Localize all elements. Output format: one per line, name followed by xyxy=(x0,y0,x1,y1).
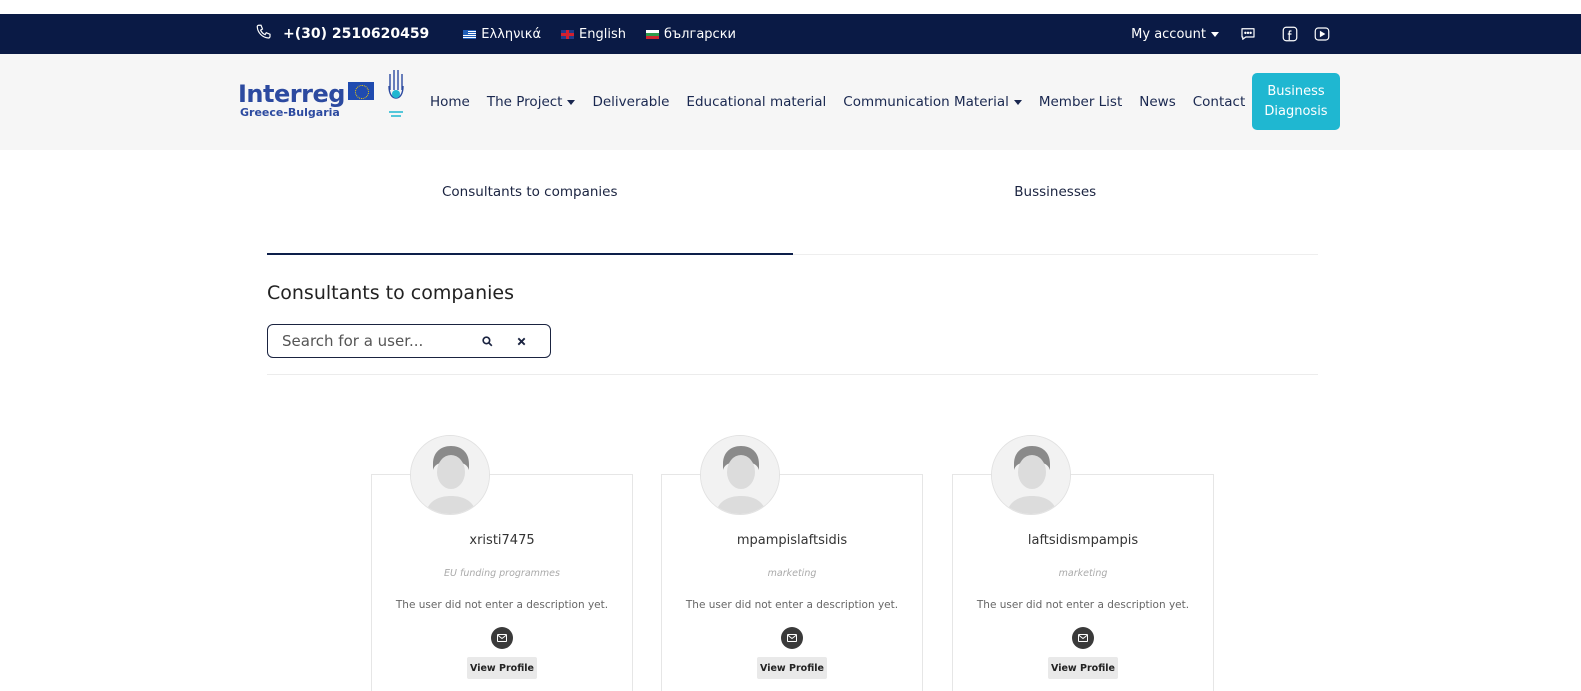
nav-deliverable[interactable]: Deliverable xyxy=(592,94,669,110)
youtube-icon[interactable] xyxy=(1313,25,1331,43)
hand-logo-icon xyxy=(386,66,406,122)
business-diagnosis-button[interactable]: Business Diagnosis xyxy=(1252,73,1340,130)
nav-news[interactable]: News xyxy=(1139,94,1175,110)
search-input[interactable] xyxy=(282,332,472,350)
phone-contact[interactable]: +(30) 2510620459 xyxy=(255,23,429,45)
my-account-dropdown[interactable]: My account xyxy=(1131,27,1219,42)
member-description: The user did not enter a description yet… xyxy=(976,599,1190,611)
caret-down-icon xyxy=(567,99,576,105)
phone-icon xyxy=(255,23,273,45)
phone-number: +(30) 2510620459 xyxy=(283,26,430,42)
site-logo[interactable]: Interreg Greece-Bulgaria xyxy=(238,66,408,122)
avatar[interactable] xyxy=(700,435,780,515)
clear-search-icon[interactable] xyxy=(514,334,528,348)
main-nav: Home The Project Deliverable Educational… xyxy=(430,54,1245,150)
user-search xyxy=(267,324,551,358)
section-title: Consultants to companies xyxy=(267,282,514,304)
caret-down-icon xyxy=(1211,31,1219,37)
language-bulgarian[interactable]: български xyxy=(645,27,736,42)
mail-icon[interactable] xyxy=(1072,627,1094,649)
nav-member-list[interactable]: Member List xyxy=(1039,94,1122,110)
member-card: xristi7475 EU funding programmes The use… xyxy=(371,435,633,691)
view-profile-button[interactable]: View Profile xyxy=(757,657,827,679)
caret-down-icon xyxy=(1013,99,1022,105)
avatar[interactable] xyxy=(991,435,1071,515)
main-header: Interreg Greece-Bulgaria Home The Projec… xyxy=(0,54,1581,150)
tab-consultants[interactable]: Consultants to companies xyxy=(267,150,793,255)
member-username[interactable]: xristi7475 xyxy=(372,533,632,548)
uk-flag-icon xyxy=(561,29,575,39)
eu-flag-icon xyxy=(348,82,374,100)
member-role: EU funding programmes xyxy=(444,568,560,579)
nav-home[interactable]: Home xyxy=(430,94,470,110)
avatar[interactable] xyxy=(410,435,490,515)
member-username[interactable]: laftsidismpampis xyxy=(953,533,1213,548)
language-greek[interactable]: Ελληνικά xyxy=(463,27,541,42)
view-profile-button[interactable]: View Profile xyxy=(1048,657,1118,679)
member-card: mpampislaftsidis marketing The user did … xyxy=(661,435,923,691)
mail-icon[interactable] xyxy=(491,627,513,649)
view-profile-button[interactable]: View Profile xyxy=(467,657,537,679)
language-english[interactable]: English xyxy=(561,27,626,42)
member-tabs: Consultants to companies Bussinesses xyxy=(267,150,1318,255)
facebook-icon[interactable] xyxy=(1281,25,1299,43)
nav-educational-material[interactable]: Educational material xyxy=(686,94,826,110)
member-role: marketing xyxy=(1058,568,1108,579)
mail-icon[interactable] xyxy=(781,627,803,649)
search-icon[interactable] xyxy=(480,334,494,348)
tab-businesses[interactable]: Bussinesses xyxy=(793,150,1319,254)
top-bar: +(30) 2510620459 Ελληνικά English българ… xyxy=(0,14,1581,54)
member-description: The user did not enter a description yet… xyxy=(685,599,899,611)
member-username[interactable]: mpampislaftsidis xyxy=(662,533,922,548)
divider xyxy=(267,374,1318,375)
chat-icon[interactable] xyxy=(1239,25,1257,43)
greece-flag-icon xyxy=(463,29,477,39)
nav-communication-material[interactable]: Communication Material xyxy=(843,94,1022,110)
member-card: laftsidismpampis marketing The user did … xyxy=(952,435,1214,691)
nav-contact[interactable]: Contact xyxy=(1193,94,1246,110)
nav-the-project[interactable]: The Project xyxy=(487,94,576,110)
bulgaria-flag-icon xyxy=(645,29,659,39)
member-description: The user did not enter a description yet… xyxy=(395,599,609,611)
member-role: marketing xyxy=(767,568,817,579)
language-switcher: Ελληνικά English български xyxy=(463,27,736,42)
